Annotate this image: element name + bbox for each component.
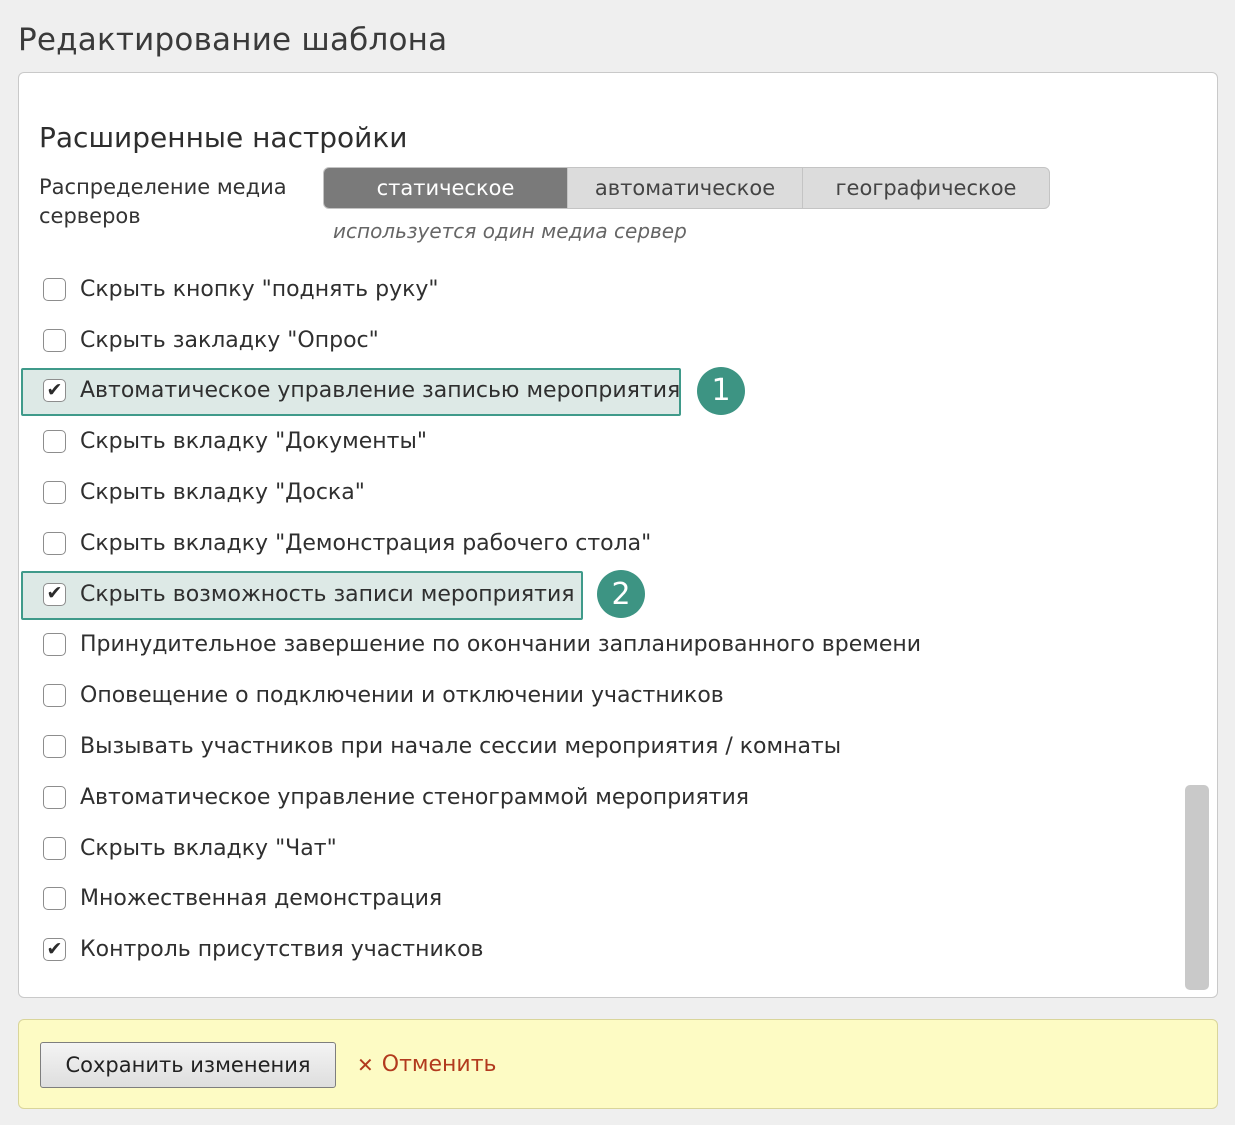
option-checkbox[interactable]	[43, 887, 66, 911]
cancel-link[interactable]: ✕ Отменить	[357, 1052, 497, 1077]
option-label: Принудительное завершение по окончании з…	[80, 632, 922, 658]
option-label: Вызывать участников при начале сессии ме…	[80, 734, 842, 760]
option-row[interactable]: Скрыть вкладку "Демонстрация рабочего ст…	[19, 518, 1179, 569]
option-checkbox[interactable]	[43, 328, 66, 352]
distribution-hint: используется один медиа сервер	[333, 219, 687, 243]
option-row[interactable]: Принудительное завершение по окончании з…	[19, 620, 1179, 671]
advanced-settings-panel: Расширенные настройки Распределение меди…	[18, 72, 1218, 998]
option-label: Скрыть возможность записи мероприятия	[80, 581, 575, 607]
option-row[interactable]: Оповещение о подключении и отключении уч…	[19, 670, 1179, 721]
option-label: Автоматическое управление записью меропр…	[80, 378, 681, 404]
option-row[interactable]: Вызывать участников при начале сессии ме…	[19, 721, 1179, 772]
mode-geographic-button[interactable]: географическое	[803, 168, 1049, 208]
mode-static-button[interactable]: статическое	[324, 168, 568, 208]
option-checkbox[interactable]: ✔	[43, 937, 66, 962]
option-label: Оповещение о подключении и отключении уч…	[80, 683, 724, 709]
option-label: Множественная демонстрация	[80, 886, 443, 912]
option-checkbox[interactable]: ✔	[43, 582, 66, 606]
close-icon: ✕	[357, 1052, 374, 1077]
option-label: Скрыть вкладку "Документы"	[80, 429, 427, 455]
option-checkbox[interactable]	[43, 430, 66, 454]
option-checkbox[interactable]	[43, 735, 66, 759]
callout-badge: 2	[597, 570, 645, 619]
page-title: Редактирование шаблона	[18, 22, 448, 58]
option-checkbox[interactable]	[43, 531, 66, 555]
cancel-label: Отменить	[381, 1052, 497, 1077]
media-distribution-selector: статическое автоматическое географическо…	[323, 167, 1050, 209]
option-checkbox[interactable]	[43, 785, 66, 809]
option-label: Контроль присутствия участников	[80, 937, 484, 963]
checkmark-icon: ✔	[46, 378, 63, 401]
section-title: Расширенные настройки	[39, 121, 408, 154]
option-checkbox[interactable]	[43, 277, 66, 301]
scrollbar[interactable]	[1185, 785, 1209, 990]
mode-automatic-button[interactable]: автоматическое	[568, 168, 803, 208]
action-bar: Сохранить изменения ✕ Отменить	[18, 1019, 1218, 1109]
option-label: Скрыть закладку "Опрос"	[80, 327, 379, 353]
option-row[interactable]: Скрыть кнопку "поднять руку"	[19, 264, 1179, 315]
option-checkbox[interactable]: ✔	[43, 378, 66, 403]
options-list: Скрыть кнопку "поднять руку" Скрыть закла…	[19, 264, 1179, 975]
option-checkbox[interactable]	[43, 481, 66, 505]
option-label: Скрыть вкладку "Доска"	[80, 480, 365, 506]
option-row[interactable]: Скрыть закладку "Опрос"	[19, 315, 1179, 366]
option-row[interactable]: ✔ Контроль присутствия участников	[19, 924, 1179, 975]
option-label: Скрыть вкладку "Демонстрация рабочего ст…	[80, 530, 652, 556]
option-label: Автоматическое управление стенограммой м…	[80, 784, 750, 810]
option-checkbox[interactable]	[43, 633, 66, 657]
option-checkbox[interactable]	[43, 836, 66, 860]
media-distribution-label: Распределение медиа серверов	[39, 175, 287, 228]
option-row[interactable]: ✔ Скрыть возможность записи мероприятия 2	[19, 569, 1179, 620]
callout-badge: 1	[697, 366, 745, 415]
option-label: Скрыть кнопку "поднять руку"	[80, 276, 439, 302]
option-row[interactable]: Множественная демонстрация	[19, 874, 1179, 925]
option-row[interactable]: ✔ Автоматическое управление записью мероп…	[19, 366, 1179, 417]
option-row[interactable]: Скрыть вкладку "Доска"	[19, 467, 1179, 518]
save-button[interactable]: Сохранить изменения	[40, 1042, 336, 1088]
checkmark-icon: ✔	[46, 582, 63, 605]
option-row[interactable]: Скрыть вкладку "Документы"	[19, 416, 1179, 467]
option-label: Скрыть вкладку "Чат"	[80, 835, 337, 861]
option-checkbox[interactable]	[43, 684, 66, 708]
checkmark-icon: ✔	[46, 937, 63, 960]
option-row[interactable]: Автоматическое управление стенограммой м…	[19, 772, 1179, 823]
option-row[interactable]: Скрыть вкладку "Чат"	[19, 823, 1179, 874]
